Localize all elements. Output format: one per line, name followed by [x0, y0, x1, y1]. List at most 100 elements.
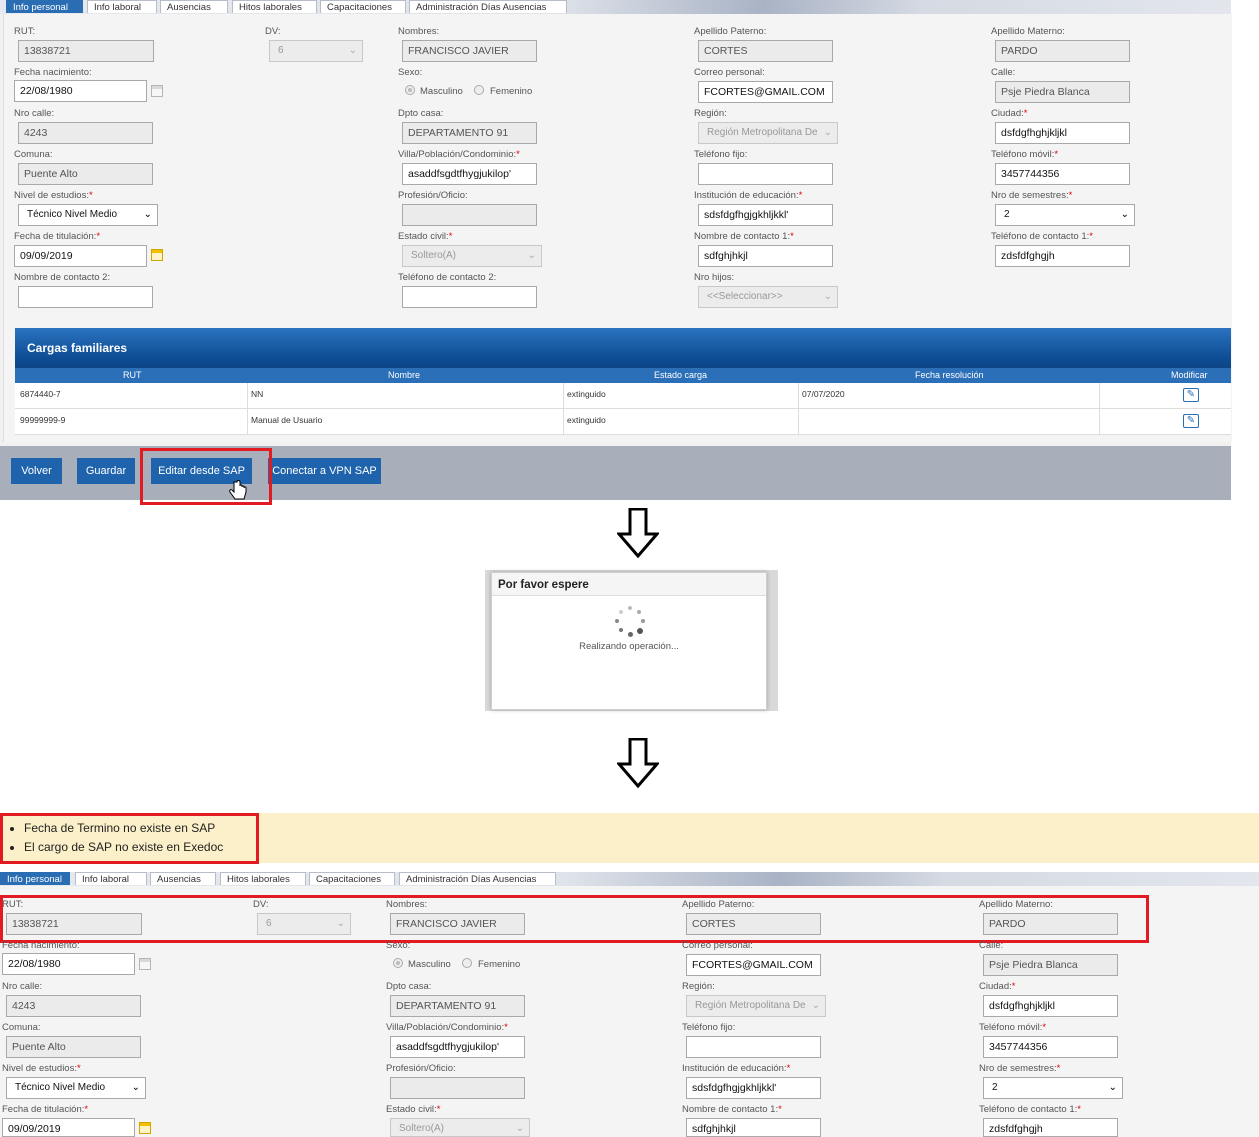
table-row: 6874440-7 NN extinguido 07/07/2020 ✎ — [15, 383, 1231, 409]
tab-administracion-dias-ausencias[interactable]: Administración Días Ausencias — [409, 0, 567, 13]
estado-civil-label-text: Estado civil: — [398, 231, 449, 242]
correo-label: Correo personal: — [694, 67, 765, 78]
edit-icon[interactable]: ✎ — [1183, 388, 1199, 402]
guardar-button[interactable]: Guardar — [77, 458, 135, 484]
villa-field[interactable]: asaddfsgdtfhygjukilop' — [402, 163, 537, 185]
fecha-nacimiento-field[interactable]: 22/08/1980 — [14, 80, 147, 102]
nombres-field[interactable]: FRANCISCO JAVIER — [402, 40, 537, 62]
tab-capacitaciones[interactable]: Capacitaciones — [320, 0, 406, 13]
nro-calle-field[interactable]: 4243 — [6, 995, 141, 1017]
tab-administracion-dias-ausencias[interactable]: Administración Días Ausencias — [399, 872, 556, 885]
row-rut: 99999999-9 — [20, 415, 66, 425]
col-fecha-resolucion: Fecha resolución — [915, 370, 984, 380]
dpto-field[interactable]: DEPARTAMENTO 91 — [390, 995, 525, 1017]
telefono-movil-field[interactable]: 3457744356 — [995, 163, 1130, 185]
nro-hijos-label: Nro hijos: — [694, 272, 735, 283]
nro-semestres-value: 2 — [992, 1082, 998, 1093]
dpto-field[interactable]: DEPARTAMENTO 91 — [402, 122, 537, 144]
ciudad-label: Ciudad:* — [979, 981, 1016, 992]
institucion-label: Institución de educación:* — [694, 190, 803, 201]
row-estado: extinguido — [567, 389, 606, 399]
volver-button[interactable]: Volver — [11, 458, 62, 484]
tab-info-personal[interactable]: Info personal — [0, 872, 70, 885]
dpto-label: Dpto casa: — [386, 981, 432, 992]
fecha-titulacion-field[interactable]: 09/09/2019 — [14, 245, 147, 267]
region-select[interactable]: Región Metropolitana De ⌄ — [698, 122, 838, 144]
ciudad-field[interactable]: dsfdgfhghjkljkl — [983, 995, 1118, 1017]
profesion-field[interactable] — [402, 204, 537, 226]
institucion-label-text: Institución de educación: — [682, 1063, 787, 1074]
telefono-contacto-2-field[interactable] — [402, 286, 537, 308]
tab-ausencias[interactable]: Ausencias — [150, 872, 216, 885]
rut-field[interactable]: 13838721 — [18, 40, 154, 62]
apellido-paterno-field[interactable]: CORTES — [698, 40, 833, 62]
sexo-femenino-radio[interactable] — [462, 958, 472, 968]
telefono-movil-field[interactable]: 3457744356 — [983, 1036, 1118, 1058]
nombre-contacto-2-field[interactable] — [18, 286, 153, 308]
chevron-down-icon: ⌄ — [515, 1123, 524, 1134]
fecha-titulacion-field[interactable]: 09/09/2019 — [2, 1118, 135, 1137]
calendar-icon[interactable] — [139, 958, 151, 970]
fecha-nacimiento-field[interactable]: 22/08/1980 — [2, 953, 135, 975]
estado-civil-select[interactable]: Soltero(A) ⌄ — [390, 1118, 530, 1137]
nro-hijos-select[interactable]: <<Seleccionar>> ⌄ — [698, 286, 838, 308]
villa-field[interactable]: asaddfsgdtfhygjukilop' — [390, 1036, 525, 1058]
tab-capacitaciones[interactable]: Capacitaciones — [309, 872, 395, 885]
nivel-estudios-select[interactable]: Técnico Nivel Medio ⌄ — [18, 204, 158, 226]
nro-semestres-value: 2 — [1004, 209, 1010, 220]
telefono-fijo-field[interactable] — [698, 163, 833, 185]
conectar-vpn-sap-button[interactable]: Conectar a VPN SAP — [268, 458, 381, 484]
cargas-title: Cargas familiares — [27, 341, 128, 355]
tab-hitos-laborales[interactable]: Hitos laborales — [220, 872, 306, 885]
apellido-paterno-label: Apellido Paterno: — [694, 26, 767, 37]
region-select[interactable]: Región Metropolitana De ⌄ — [686, 995, 826, 1017]
nivel-estudios-label-text: Nivel de estudios: — [14, 190, 89, 201]
correo-field[interactable]: FCORTES@GMAIL.COM — [698, 81, 833, 103]
telefono-contacto-1-label: Teléfono de contacto 1:* — [991, 231, 1093, 242]
nombre-contacto-1-field[interactable]: sdfghjhkjl — [686, 1118, 821, 1137]
chevron-down-icon: ⌄ — [823, 127, 832, 138]
tab-hitos-laborales[interactable]: Hitos laborales — [232, 0, 317, 13]
nivel-estudios-select[interactable]: Técnico Nivel Medio ⌄ — [6, 1077, 146, 1099]
dv-label: DV: — [265, 26, 281, 37]
telefono-contacto-1-field[interactable]: zdsfdfghgjh — [983, 1118, 1118, 1137]
tab-ausencias[interactable]: Ausencias — [160, 0, 228, 13]
calendar-icon[interactable] — [151, 85, 163, 97]
calle-field[interactable]: Psje Piedra Blanca — [983, 954, 1118, 976]
telefono-fijo-field[interactable] — [686, 1036, 821, 1058]
nivel-estudios-value: Técnico Nivel Medio — [15, 1082, 106, 1093]
estado-civil-select[interactable]: Soltero(A) ⌄ — [402, 245, 542, 267]
institucion-label: Institución de educación:* — [682, 1063, 791, 1074]
institucion-field[interactable]: sdsfdgfhgjgkhljkkl' — [686, 1077, 821, 1099]
fecha-titulacion-label: Fecha de titulación:* — [14, 231, 101, 242]
tab-info-personal[interactable]: Info personal — [6, 0, 83, 13]
institucion-field[interactable]: sdsfdgfhgjgkhljkkl' — [698, 204, 833, 226]
tab-info-laboral[interactable]: Info laboral — [87, 0, 157, 13]
tab-info-laboral[interactable]: Info laboral — [75, 872, 147, 885]
sexo-femenino-radio[interactable] — [474, 85, 484, 95]
profesion-field[interactable] — [390, 1077, 525, 1099]
nro-semestres-select[interactable]: 2 ⌄ — [995, 204, 1135, 226]
ciudad-field[interactable]: dsfdgfhghjkljkl — [995, 122, 1130, 144]
fecha-titulacion-label: Fecha de titulación:* — [2, 1104, 89, 1115]
telefono-contacto-2-label: Teléfono de contacto 2: — [398, 272, 497, 283]
correo-field[interactable]: FCORTES@GMAIL.COM — [686, 954, 821, 976]
sexo-masculino-radio[interactable] — [405, 85, 415, 95]
nro-semestres-select[interactable]: 2 ⌄ — [983, 1077, 1123, 1099]
sexo-masculino-label: Masculino — [408, 959, 451, 970]
calendar-icon[interactable] — [139, 1122, 151, 1134]
region-label: Región: — [694, 108, 727, 119]
telefono-contacto-1-field[interactable]: zdsfdfghgjh — [995, 245, 1130, 267]
calle-field[interactable]: Psje Piedra Blanca — [995, 81, 1130, 103]
comuna-field[interactable]: Puente Alto — [6, 1036, 141, 1058]
nombre-contacto-1-field[interactable]: sdfghjhkjl — [698, 245, 833, 267]
ciudad-label-text: Ciudad: — [979, 981, 1012, 992]
nro-calle-field[interactable]: 4243 — [18, 122, 153, 144]
edit-icon[interactable]: ✎ — [1183, 414, 1199, 428]
spinner-icon — [614, 606, 646, 638]
calendar-icon[interactable] — [151, 249, 163, 261]
dv-select[interactable]: 6 ⌄ — [269, 40, 363, 62]
apellido-materno-field[interactable]: PARDO — [995, 40, 1130, 62]
comuna-field[interactable]: Puente Alto — [18, 163, 153, 185]
sexo-masculino-radio[interactable] — [393, 958, 403, 968]
